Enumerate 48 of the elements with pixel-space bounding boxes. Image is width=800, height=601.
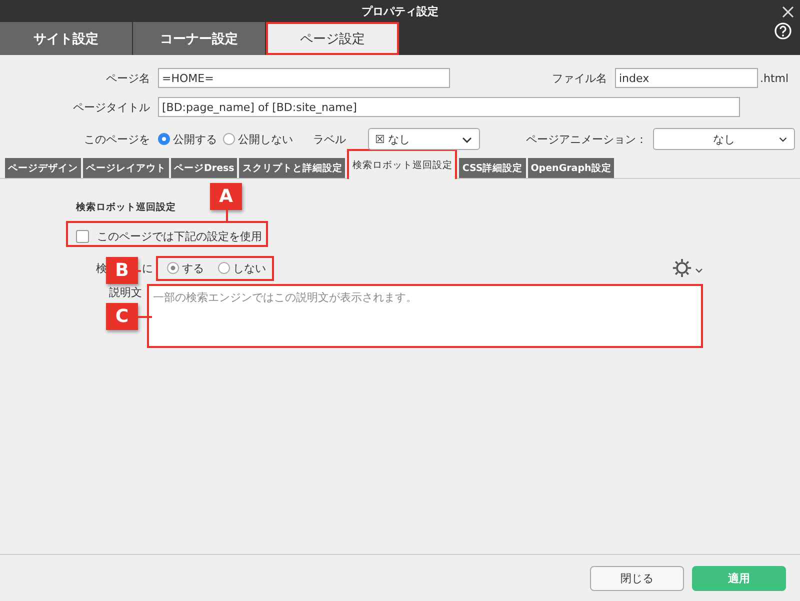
radio-button[interactable] [167, 262, 179, 274]
radio-button[interactable] [218, 262, 230, 274]
extension-text: .html [760, 72, 789, 84]
tab[interactable]: OpenGraph設定 [528, 158, 614, 178]
tab[interactable]: ページDress [171, 158, 238, 178]
callout-marker: A [210, 183, 242, 210]
tab[interactable]: CSS詳細設定 [459, 158, 526, 178]
tab[interactable]: コーナー設定 [133, 22, 266, 55]
field-label: 説明文 [109, 285, 142, 299]
field-label: このページを [83, 132, 151, 146]
tab[interactable]: 検索ロボット巡回設定 [347, 149, 458, 179]
field-label: ラベル [313, 132, 347, 146]
file-name-field[interactable]: index [615, 68, 758, 88]
leader-line [138, 316, 152, 318]
chevron-icon [462, 137, 472, 143]
animation-dropdown[interactable]: なし [653, 128, 795, 150]
tab[interactable]: ページデザイン [5, 158, 81, 178]
tab[interactable]: ページレイアウト [83, 158, 169, 178]
close-icon[interactable] [782, 6, 794, 18]
field-label: ページタイトル [72, 100, 151, 114]
help-icon[interactable] [774, 22, 792, 40]
radio-button[interactable] [158, 133, 170, 145]
page-title-field[interactable]: [BD:page_name] of [BD:site_name] [158, 97, 740, 117]
callout-marker: C [106, 303, 138, 330]
radio-label: しない [233, 260, 266, 276]
label-dropdown[interactable]: ☒ なし [368, 128, 480, 150]
callout-marker: B [106, 257, 138, 284]
field-label: ファイル名 [551, 70, 608, 86]
chevron-icon [779, 137, 787, 142]
description-field[interactable]: 一部の検索エンジンではこの説明文が表示されます。 [147, 284, 703, 348]
settings-icon[interactable] [672, 258, 704, 278]
tab[interactable]: ページ設定 [266, 22, 399, 55]
field-label: ページ名 [105, 70, 151, 86]
radio-button[interactable] [223, 133, 235, 145]
close-button[interactable]: 閉じる [590, 566, 684, 590]
checkbox-label: このページでは下記の設定を使用 [97, 228, 262, 244]
page-name-field[interactable]: =HOME= [158, 68, 450, 88]
field-label: 検 [96, 260, 107, 276]
section-heading: 検索ロボット巡回設定 [76, 201, 177, 214]
radio-label: 公開する [173, 132, 217, 146]
field-label: ページアニメーション： [526, 132, 647, 146]
tab[interactable]: サイト設定 [0, 22, 133, 55]
window-title: プロパティ設定 [362, 4, 438, 18]
radio-label: 公開しない [238, 132, 293, 146]
checkbox[interactable] [76, 230, 89, 242]
field-label: に [142, 260, 153, 276]
tab[interactable]: スクリプトと詳細設定 [239, 158, 346, 178]
radio-label: する [182, 260, 204, 276]
